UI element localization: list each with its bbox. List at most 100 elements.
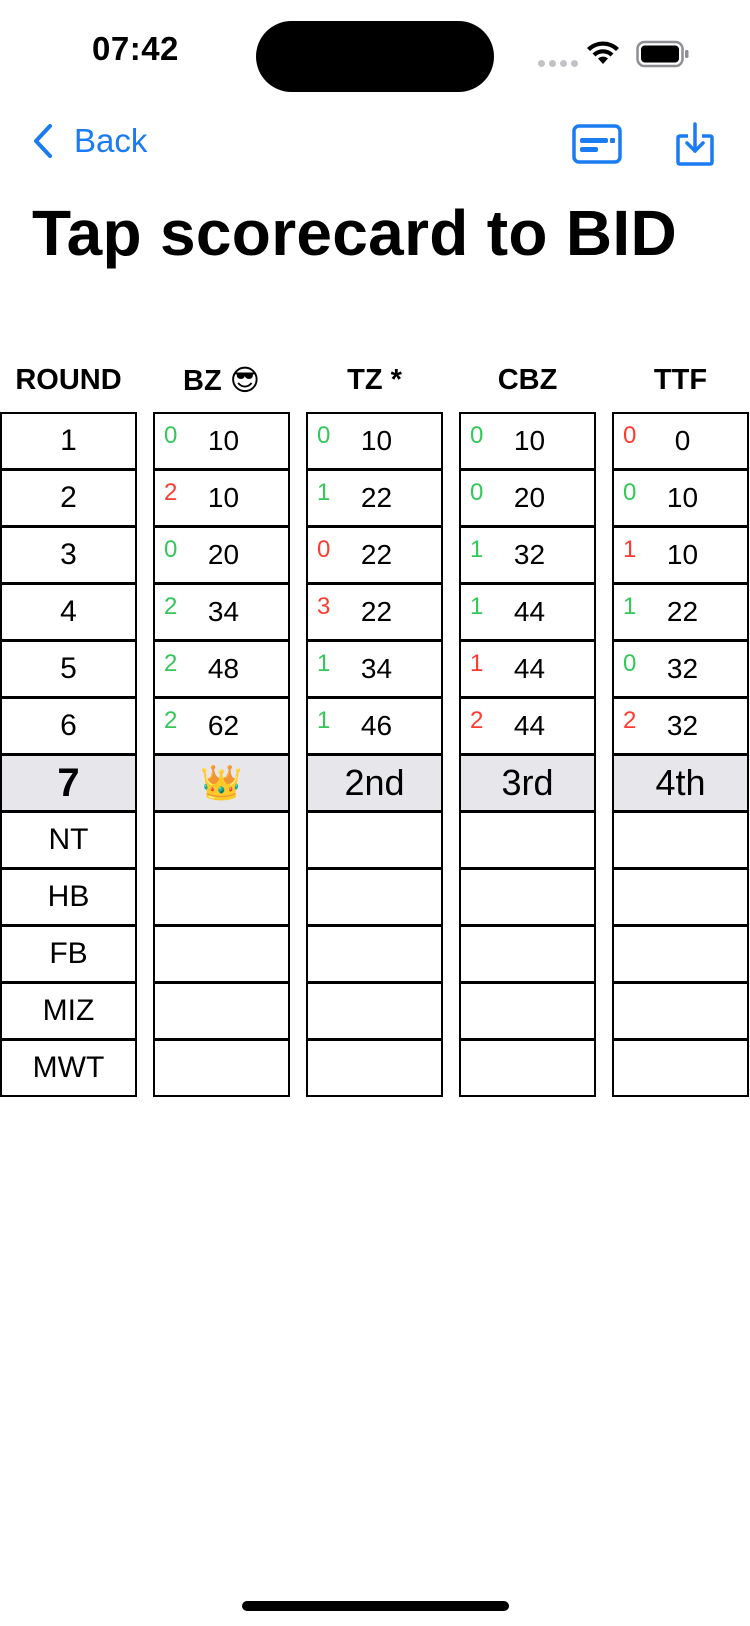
page-title: Tap scorecard to BID bbox=[32, 197, 677, 269]
bid-value: 2 bbox=[164, 593, 178, 620]
empty-cell[interactable] bbox=[614, 1041, 747, 1095]
cellular-signal-icon bbox=[538, 60, 578, 67]
empty-cell[interactable] bbox=[155, 984, 288, 1041]
empty-cell[interactable] bbox=[614, 984, 747, 1041]
score-cell[interactable]: 2 62 bbox=[155, 699, 288, 756]
score-value: 34 bbox=[207, 596, 240, 627]
empty-cell[interactable] bbox=[155, 813, 288, 870]
empty-cell[interactable] bbox=[155, 927, 288, 984]
current-round-label: 7 bbox=[2, 756, 135, 813]
empty-cell[interactable] bbox=[461, 927, 594, 984]
chevron-left-icon bbox=[34, 124, 52, 158]
empty-cell[interactable] bbox=[308, 1041, 441, 1095]
back-button[interactable]: Back bbox=[32, 122, 147, 160]
score-cell[interactable]: 1 44 bbox=[461, 585, 594, 642]
score-cell[interactable]: 0 10 bbox=[308, 414, 441, 471]
bid-value: 2 bbox=[623, 707, 637, 734]
score-cell[interactable]: 1 22 bbox=[614, 585, 747, 642]
score-cell[interactable]: 1 22 bbox=[308, 471, 441, 528]
score-cell[interactable]: 1 10 bbox=[614, 528, 747, 585]
score-cell[interactable]: 0 10 bbox=[614, 471, 747, 528]
score-value: 10 bbox=[207, 425, 240, 456]
empty-cell[interactable] bbox=[308, 813, 441, 870]
score-value: 44 bbox=[513, 596, 546, 627]
score-cell[interactable]: 2 10 bbox=[155, 471, 288, 528]
score-value: 22 bbox=[360, 596, 393, 627]
player-column: TTF 00 0 10 1 10 1 22 0 32 2 32 4th bbox=[612, 355, 749, 1097]
score-cell[interactable]: 0 10 bbox=[461, 414, 594, 471]
score-cell[interactable]: 0 22 bbox=[308, 528, 441, 585]
score-value: 62 bbox=[207, 710, 240, 741]
score-cell[interactable]: 1 46 bbox=[308, 699, 441, 756]
player-score-list: 0 10 0 20 1 32 1 44 1 44 2 44 3rd bbox=[459, 412, 596, 1097]
bid-value: 0 bbox=[623, 650, 637, 677]
score-value: 46 bbox=[360, 710, 393, 741]
empty-cell[interactable] bbox=[155, 870, 288, 927]
score-value: 44 bbox=[513, 653, 546, 684]
current-round-cell[interactable]: 2nd bbox=[308, 756, 441, 813]
round-label: 4 bbox=[2, 585, 135, 642]
dynamic-island bbox=[256, 21, 494, 92]
score-cell[interactable]: 0 32 bbox=[614, 642, 747, 699]
place-label: 2nd bbox=[344, 762, 405, 803]
bid-value: 1 bbox=[470, 593, 484, 620]
score-cell[interactable]: 2 44 bbox=[461, 699, 594, 756]
score-cell[interactable]: 1 44 bbox=[461, 642, 594, 699]
download-button[interactable] bbox=[676, 122, 714, 171]
score-cell[interactable]: 2 32 bbox=[614, 699, 747, 756]
empty-cell[interactable] bbox=[461, 984, 594, 1041]
empty-cell[interactable] bbox=[308, 984, 441, 1041]
round-label: 6 bbox=[2, 699, 135, 756]
score-cell[interactable]: 1 34 bbox=[308, 642, 441, 699]
empty-cell[interactable] bbox=[308, 870, 441, 927]
bid-value: 0 bbox=[470, 479, 484, 506]
bid-value: 0 bbox=[317, 536, 331, 563]
empty-cell[interactable] bbox=[461, 1041, 594, 1095]
bid-value: 0 bbox=[623, 479, 637, 506]
score-value: 20 bbox=[513, 482, 546, 513]
score-cell[interactable]: 3 22 bbox=[308, 585, 441, 642]
score-cell[interactable]: 0 10 bbox=[155, 414, 288, 471]
score-value: 32 bbox=[666, 653, 699, 684]
bid-value: 2 bbox=[164, 650, 178, 677]
empty-cell[interactable] bbox=[461, 870, 594, 927]
empty-cell[interactable] bbox=[155, 1041, 288, 1095]
bid-value: 0 bbox=[470, 422, 484, 449]
score-value: 32 bbox=[513, 539, 546, 570]
score-cell[interactable]: 2 48 bbox=[155, 642, 288, 699]
card-button[interactable] bbox=[572, 124, 622, 169]
round-label: HB bbox=[2, 870, 135, 927]
empty-cell[interactable] bbox=[614, 927, 747, 984]
round-list: 1 2 3 4 5 6 7 NT HB FB MIZ MWT bbox=[0, 412, 137, 1097]
bid-value: 1 bbox=[470, 536, 484, 563]
round-label: 5 bbox=[2, 642, 135, 699]
current-round-cell[interactable]: 4th bbox=[614, 756, 747, 813]
score-value: 10 bbox=[360, 425, 393, 456]
score-cell[interactable]: 0 20 bbox=[155, 528, 288, 585]
score-value: 20 bbox=[207, 539, 240, 570]
current-round-cell[interactable]: 3rd bbox=[461, 756, 594, 813]
player-score-list: 0 10 1 22 0 22 3 22 1 34 1 46 2nd bbox=[306, 412, 443, 1097]
empty-cell[interactable] bbox=[461, 813, 594, 870]
player-name: TTF bbox=[653, 363, 708, 396]
player-name: CBZ bbox=[497, 363, 558, 396]
bid-value: 1 bbox=[623, 536, 637, 563]
score-value: 10 bbox=[207, 482, 240, 513]
player-name: BZ 😎 bbox=[183, 364, 260, 397]
score-cell[interactable]: 0 20 bbox=[461, 471, 594, 528]
score-cell[interactable]: 2 34 bbox=[155, 585, 288, 642]
score-cell[interactable]: 00 bbox=[614, 414, 747, 471]
score-cell[interactable]: 1 32 bbox=[461, 528, 594, 585]
round-label: MWT bbox=[32, 1051, 105, 1084]
score-value: 22 bbox=[360, 482, 393, 513]
empty-cell[interactable] bbox=[614, 870, 747, 927]
bid-value: 0 bbox=[317, 422, 331, 449]
empty-cell[interactable] bbox=[614, 813, 747, 870]
score-value: 22 bbox=[360, 539, 393, 570]
empty-cell[interactable] bbox=[308, 927, 441, 984]
bid-value: 2 bbox=[164, 479, 178, 506]
crown-icon: 👑 bbox=[200, 764, 243, 802]
current-round-cell[interactable]: 👑 bbox=[155, 756, 288, 813]
wifi-icon bbox=[587, 41, 619, 64]
home-indicator[interactable] bbox=[242, 1601, 509, 1611]
